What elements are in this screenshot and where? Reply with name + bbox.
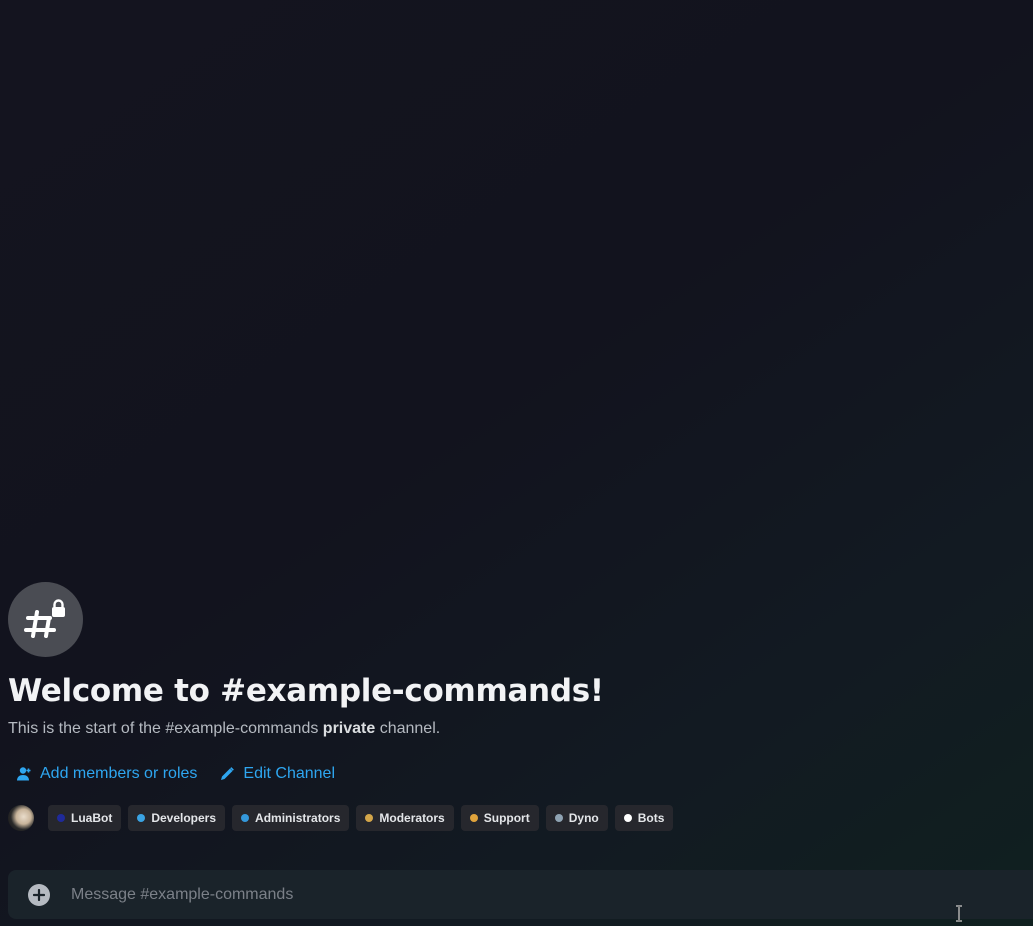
role-pill-moderators[interactable]: Moderators (356, 805, 454, 831)
role-pill-support[interactable]: Support (460, 805, 539, 831)
channel-access-list: LuaBot Developers Administrators Moderat… (8, 805, 1028, 831)
role-pill-developers[interactable]: Developers (128, 805, 226, 831)
role-pill-dyno[interactable]: Dyno (545, 805, 608, 831)
role-label: Dyno (568, 811, 599, 825)
subtitle-prefix: This is the start of the #example-comman… (8, 720, 323, 737)
subtitle-suffix: channel. (375, 720, 441, 737)
member-avatar[interactable] (8, 805, 34, 831)
text-cursor-icon (956, 905, 962, 922)
welcome-subtitle: This is the start of the #example-comman… (8, 719, 1028, 739)
message-composer (8, 870, 1033, 919)
role-pill-administrators[interactable]: Administrators (232, 805, 350, 831)
edit-channel-button[interactable]: Edit Channel (219, 765, 335, 783)
role-color-dot (365, 814, 374, 822)
add-members-button[interactable]: Add members or roles (16, 765, 197, 783)
pencil-icon (221, 767, 235, 780)
role-label: Administrators (255, 811, 341, 825)
plus-icon (33, 888, 45, 901)
message-input[interactable] (69, 884, 1033, 905)
subtitle-private: private (322, 720, 376, 737)
add-members-label: Add members or roles (40, 765, 198, 782)
role-color-dot (623, 814, 632, 822)
add-attachment-button[interactable] (28, 883, 50, 906)
role-color-dot (57, 814, 65, 822)
edit-channel-label: Edit Channel (243, 765, 336, 782)
role-label: Moderators (379, 811, 445, 825)
role-color-dot (241, 814, 250, 822)
role-label: Developers (151, 811, 217, 825)
role-pill-bots[interactable]: Bots (614, 805, 674, 831)
role-label: Support (483, 811, 530, 825)
role-label: Bots (637, 811, 665, 825)
channel-actions: Add members or roles Edit Channel (8, 765, 1028, 783)
welcome-title: Welcome to #example-commands! (8, 673, 604, 709)
role-color-dot (554, 814, 563, 822)
private-channel-icon (8, 582, 83, 657)
channel-welcome: Welcome to #example-commands! This is th… (8, 582, 1028, 831)
role-pill-luabot[interactable]: LuaBot (48, 805, 122, 831)
role-color-dot (137, 814, 146, 822)
add-person-icon (17, 767, 31, 781)
role-color-dot (469, 814, 478, 822)
role-label: LuaBot (71, 811, 113, 825)
